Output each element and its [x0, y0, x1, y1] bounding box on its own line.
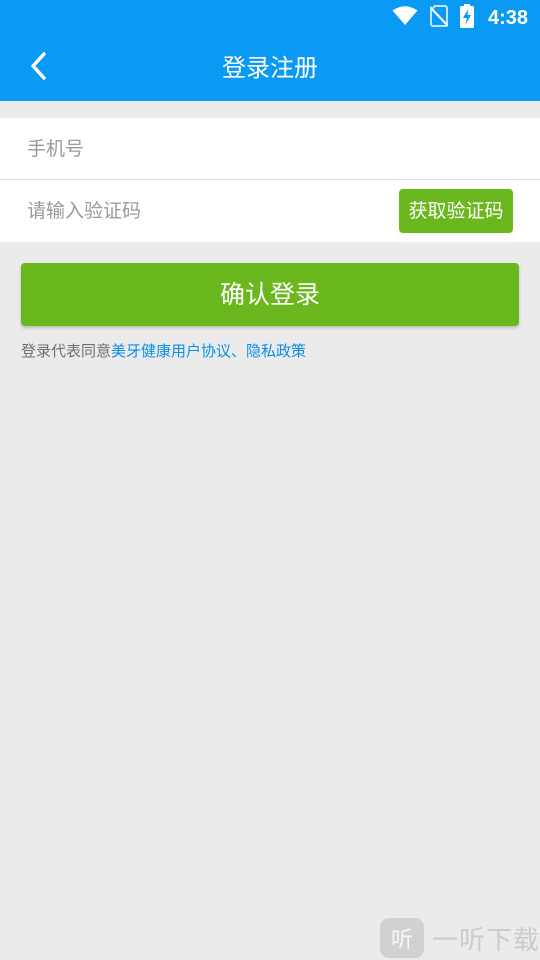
page-title: 登录注册	[222, 54, 318, 82]
code-row: 获取验证码	[0, 179, 540, 242]
login-form: 获取验证码	[0, 118, 540, 242]
wifi-icon	[392, 6, 418, 30]
get-code-button[interactable]: 获取验证码	[399, 189, 513, 233]
confirm-login-button[interactable]: 确认登录	[21, 263, 519, 326]
watermark-text: 一听下载	[432, 925, 540, 956]
no-sim-icon	[429, 5, 449, 31]
verification-code-input[interactable]	[27, 180, 377, 242]
agreement-prefix: 登录代表同意	[21, 342, 112, 360]
phone-row	[0, 118, 540, 179]
watermark: 听 一听下载	[380, 916, 540, 960]
phone-input[interactable]	[27, 118, 507, 179]
battery-charging-icon	[459, 4, 474, 32]
agreement-text: 登录代表同意美牙健康用户协议、隐私政策	[21, 340, 306, 361]
status-time: 4:38	[487, 6, 528, 29]
agreement-link[interactable]: 美牙健康用户协议、隐私政策	[111, 342, 306, 360]
status-icons: 4:38	[392, 4, 528, 32]
watermark-logo: 听	[380, 918, 424, 958]
app-bar: 登录注册	[0, 36, 540, 101]
status-bar: 4:38	[0, 0, 540, 36]
